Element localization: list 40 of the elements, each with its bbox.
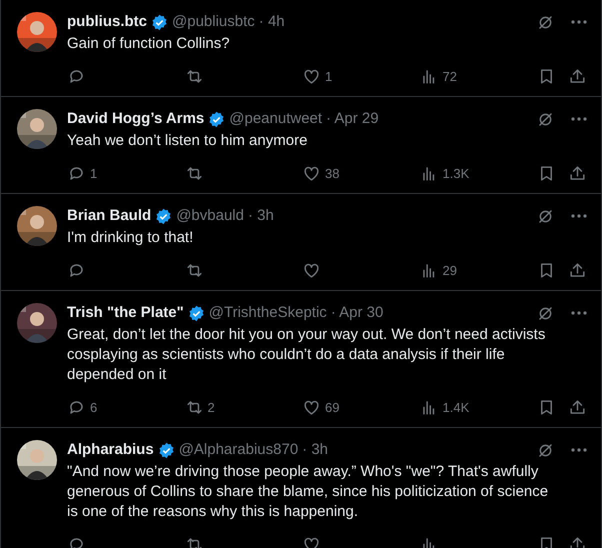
more-icon[interactable] — [571, 117, 587, 121]
post-text: Great, don’t let the door hit you on your way out. We don’t need activists cosplaying as scientists who couldn’t do a data analysis if their life depended on it — [67, 325, 546, 385]
repost-count: 2 — [208, 400, 215, 414]
post-time[interactable]: · 3h — [248, 206, 274, 226]
like-count: 38 — [325, 166, 340, 180]
more-icon[interactable] — [571, 20, 587, 24]
post-time[interactable]: · 4h — [258, 12, 285, 32]
author-handle[interactable]: @bvbauld — [176, 206, 244, 226]
author-name[interactable]: Alpharabius — [67, 440, 154, 460]
author-handle[interactable]: @peanutweet — [229, 109, 322, 129]
author-name[interactable]: publius.btc — [67, 12, 147, 32]
post-text: Yeah we don’t listen to him anymore — [67, 131, 308, 151]
share-icon[interactable] — [568, 260, 587, 280]
author-name[interactable]: Trish "the Plate" — [67, 303, 184, 323]
author-handle[interactable]: @publiusbtc — [172, 12, 255, 32]
view-count: 29 — [442, 262, 457, 278]
post-text: "And now we’re driving those people away.” Who's "we"? That's awfully generous of Collins to share the blame, since his politicization of science is one of the reasons why this is happening. — [67, 462, 550, 522]
like-count: 69 — [325, 400, 340, 414]
view-count: 1.3K — [442, 166, 470, 180]
more-icon[interactable] — [571, 214, 587, 218]
share-icon[interactable] — [568, 398, 587, 416]
post-time[interactable]: · Apr 29 — [326, 109, 379, 129]
post-text: Gain of function Collins? — [67, 34, 231, 54]
share-icon[interactable] — [568, 66, 587, 86]
share-icon[interactable] — [568, 164, 587, 182]
reply-count: 6 — [90, 400, 98, 414]
author-handle[interactable]: @TrishtheSkeptic — [208, 303, 327, 323]
reply-count: 1 — [90, 166, 98, 180]
more-icon[interactable] — [571, 311, 587, 315]
post-text: I'm drinking to that! — [67, 228, 194, 248]
author-name[interactable]: David Hogg’s Arms — [67, 109, 204, 129]
more-icon[interactable] — [571, 448, 587, 452]
post-time[interactable]: · Apr 30 — [330, 303, 384, 323]
author-name[interactable]: Brian Bauld — [67, 206, 152, 226]
view-count: 72 — [442, 68, 457, 84]
share-icon[interactable] — [568, 534, 587, 548]
post-time[interactable]: · 3h — [302, 440, 328, 460]
author-handle[interactable]: @Alpharabius870 — [178, 440, 298, 460]
view-count: 1.4K — [442, 400, 470, 414]
like-count: 1 — [325, 68, 332, 84]
